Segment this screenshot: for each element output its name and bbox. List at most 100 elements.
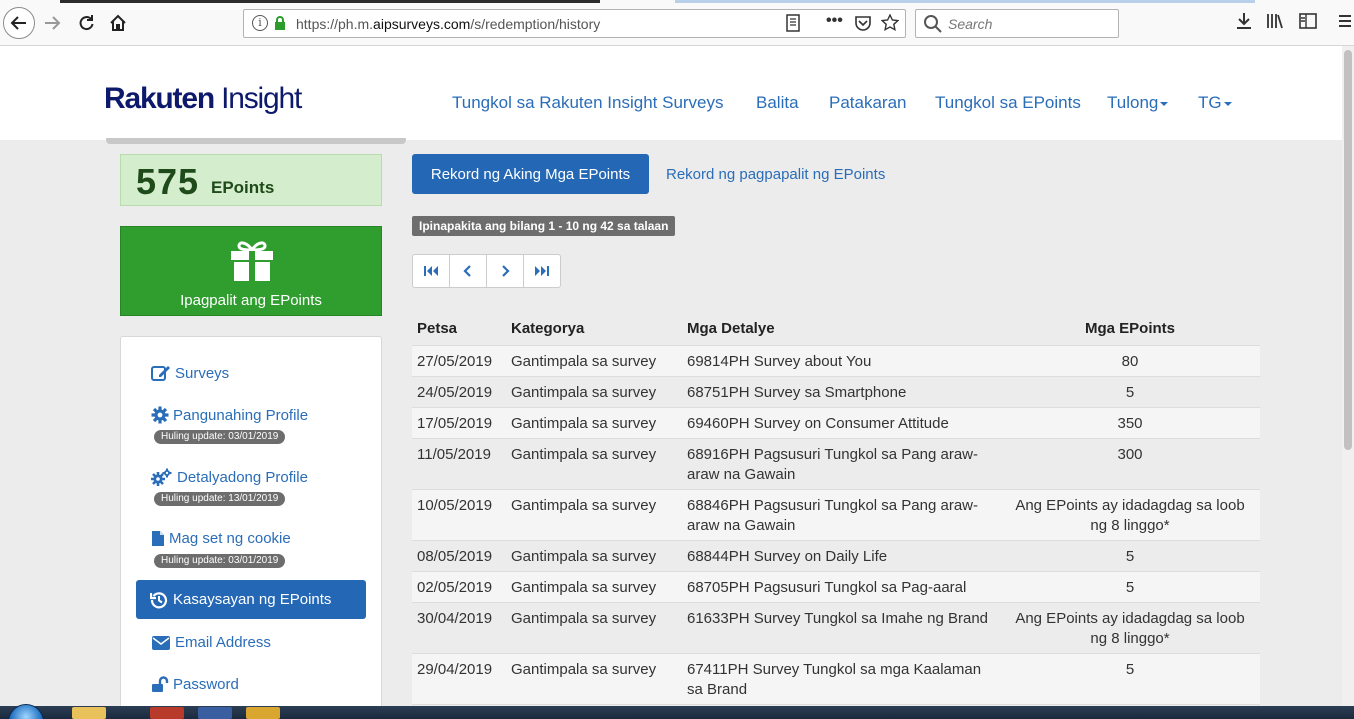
taskbar-app-explorer[interactable] (72, 707, 106, 719)
nav-about-surveys[interactable]: Tungkol sa Rakuten Insight Surveys (452, 93, 724, 113)
nav-policy[interactable]: Patakaran (829, 93, 907, 113)
last-page-button[interactable] (524, 255, 560, 287)
taskbar-app-3[interactable] (246, 707, 280, 719)
home-button[interactable] (104, 9, 132, 37)
menu-main-profile[interactable]: Pangunahing Profile (151, 406, 308, 424)
cell-epoints: 5 (1000, 571, 1260, 603)
start-button[interactable] (8, 704, 44, 719)
nav-language-label: TG (1198, 93, 1222, 112)
search-icon (924, 15, 942, 33)
column-header-epoints: Mga EPoints (1000, 314, 1260, 346)
forward-button[interactable] (38, 9, 66, 37)
edit-icon (151, 366, 170, 381)
nav-language-dropdown[interactable]: TG (1198, 93, 1232, 113)
sidebar-toggle-icon[interactable] (1299, 12, 1317, 30)
first-page-button[interactable] (413, 255, 450, 287)
table-header-row: Petsa Kategorya Mga Detalye Mga EPoints (412, 314, 1260, 346)
gear-icon (151, 406, 169, 424)
record-count-badge: Ipinapakita ang bilang 1 - 10 ng 42 sa t… (412, 216, 676, 236)
cell-details: 69460PH Survey on Consumer Attitude (682, 407, 1000, 439)
search-placeholder: Search (948, 16, 993, 32)
bookmark-star-icon[interactable] (881, 14, 899, 32)
tab-my-epoints-record[interactable]: Rekord ng Aking Mga EPoints (412, 154, 649, 194)
menu-email-label: Email Address (175, 634, 271, 651)
menu-detailed-profile[interactable]: Detalyadong Profile (151, 468, 308, 486)
cell-category: Gantimpala sa survey (506, 407, 682, 439)
column-header-details: Mga Detalye (682, 314, 1000, 346)
cell-epoints: Ang EPoints ay idadagdag sa loob ng 8 li… (1000, 602, 1260, 654)
prev-page-button[interactable] (450, 255, 487, 287)
menu-surveys[interactable]: Surveys (151, 364, 229, 382)
cell-category: Gantimpala sa survey (506, 602, 682, 654)
page-actions-icon[interactable]: ••• (826, 12, 843, 30)
back-button[interactable] (3, 7, 35, 39)
column-header-category: Kategorya (506, 314, 682, 346)
address-bar[interactable]: i https://ph.m.aipsurveys.com/s/redempti… (243, 9, 906, 38)
cell-date: 24/05/2019 (412, 376, 506, 408)
cell-date: 11/05/2019 (412, 438, 506, 490)
cell-category: Gantimpala sa survey (506, 345, 682, 377)
taskbar-app-2[interactable] (198, 707, 232, 719)
download-icon[interactable] (1236, 12, 1252, 30)
page-scrollbar[interactable] (1342, 46, 1354, 719)
menu-surveys-label: Surveys (175, 364, 230, 382)
caret-down-icon (1223, 101, 1232, 106)
envelope-icon (152, 635, 170, 650)
nav-help-dropdown[interactable]: Tulong (1107, 93, 1169, 113)
table-row: 24/05/2019 Gantimpala sa survey 68751PH … (412, 376, 1260, 408)
chevron-left-icon (463, 265, 471, 277)
tab-redemption-record[interactable]: Rekord ng pagpapalit ng EPoints (666, 166, 885, 183)
cell-details: 68751PH Survey sa Smartphone (682, 376, 1000, 408)
url-text[interactable]: https://ph.m.aipsurveys.com/s/redemption… (296, 16, 600, 32)
taskbar-app-1[interactable] (150, 707, 184, 719)
arrow-left-icon (10, 16, 26, 30)
info-icon[interactable]: i (252, 15, 268, 31)
cell-date: 17/05/2019 (412, 407, 506, 439)
logo-bold-text: Rakuten (104, 82, 215, 115)
gears-icon (151, 468, 172, 486)
first-page-icon (424, 266, 438, 276)
cell-date: 29/04/2019 (412, 653, 506, 705)
tab-indicator-light (675, 0, 1255, 3)
reader-view-icon[interactable] (785, 14, 801, 32)
cell-epoints: 5 (1000, 540, 1260, 572)
table-row: 30/04/2019 Gantimpala sa survey 61633PH … (412, 602, 1260, 654)
menu-password-label: Password (173, 676, 239, 693)
cookie-update-badge: Huling update: 03/01/2019 (154, 554, 286, 568)
table-row: 27/05/2019 Gantimpala sa survey 69814PH … (412, 345, 1260, 377)
browser-toolbar: i https://ph.m.aipsurveys.com/s/redempti… (0, 0, 1354, 46)
epoints-unit: EPoints (211, 178, 275, 197)
cell-epoints: 5 (1000, 653, 1260, 705)
next-page-button[interactable] (487, 255, 524, 287)
menu-epoints-history-label: Kasaysayan ng EPoints (173, 591, 332, 608)
lock-icon[interactable] (274, 16, 286, 30)
rakuten-insight-logo[interactable]: Rakuten Insight (104, 82, 302, 116)
library-icon[interactable] (1266, 12, 1284, 30)
main-profile-update-badge: Huling update: 03/01/2019 (154, 430, 286, 444)
menu-icon[interactable] (1338, 12, 1352, 30)
cell-details: 68846PH Pagsusuri Tungkol sa Pang araw-a… (682, 489, 1000, 541)
menu-cookie[interactable]: Mag set ng cookie (151, 530, 291, 547)
url-prefix: https://ph.m. (296, 16, 374, 32)
table-row: 10/05/2019 Gantimpala sa survey 68846PH … (412, 489, 1260, 541)
redeem-epoints-button[interactable]: Ipagpalit ang EPoints (120, 226, 382, 316)
reload-button[interactable] (72, 9, 100, 37)
cell-date: 10/05/2019 (412, 489, 506, 541)
nav-about-epoints[interactable]: Tungkol sa EPoints (935, 93, 1081, 113)
cell-epoints: 350 (1000, 407, 1260, 439)
cell-date: 02/05/2019 (412, 571, 506, 603)
cell-details: 68705PH Pagsusuri Tungkol sa Pag-aaral (682, 571, 1000, 603)
menu-email[interactable]: Email Address (151, 634, 271, 651)
menu-password[interactable]: Password (151, 676, 239, 693)
nav-news[interactable]: Balita (756, 93, 799, 113)
file-icon (152, 531, 164, 546)
column-header-date: Petsa (412, 314, 506, 346)
menu-epoints-history[interactable]: Kasaysayan ng EPoints (136, 580, 366, 619)
nav-help-label: Tulong (1107, 93, 1159, 112)
scrollbar-thumb[interactable] (1344, 50, 1352, 450)
table-row: 29/04/2019 Gantimpala sa survey 67411PH … (412, 653, 1260, 705)
pocket-icon[interactable] (854, 14, 872, 32)
tab-strip (0, 0, 1354, 3)
pagination (412, 254, 561, 288)
search-bar[interactable]: Search (915, 9, 1119, 38)
